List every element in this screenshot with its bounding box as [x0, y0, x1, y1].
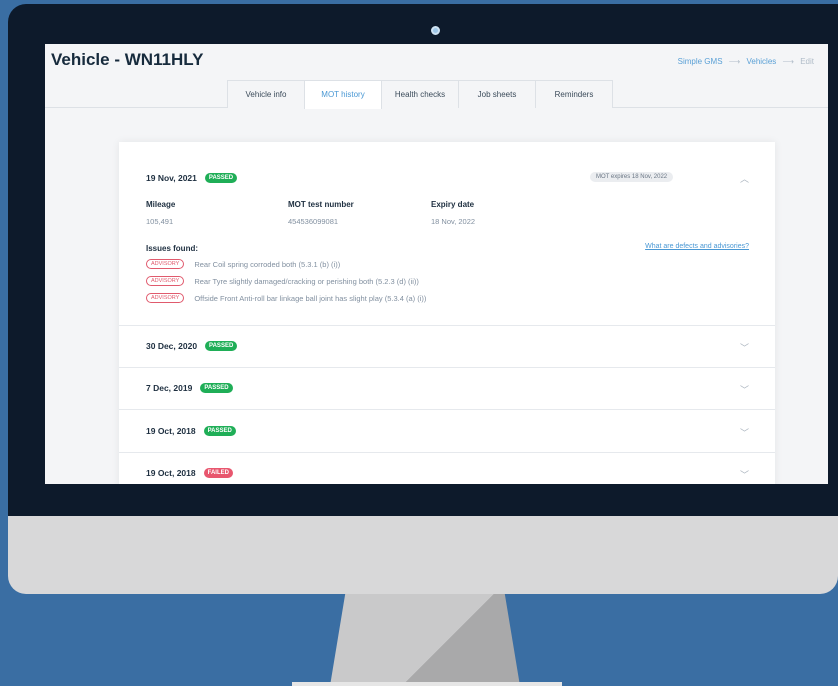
arrow-right-icon: ⟶ [728, 57, 741, 66]
status-badge: PASSED [205, 341, 238, 351]
status-badge: PASSED [204, 173, 238, 183]
breadcrumb: Simple GMS ⟶ Vehicles ⟶ Edit [678, 57, 814, 66]
row-divider [119, 325, 775, 326]
advisory-badge: ADVISORY [146, 259, 185, 269]
tab-health-checks[interactable]: Health checks [381, 80, 459, 108]
issue-item: ADVISORY Offside Front Anti-roll bar lin… [146, 293, 426, 303]
expiry-date-value: 18 Nov, 2022 [431, 217, 476, 226]
tab-mot-history[interactable]: MOT history [304, 80, 382, 109]
monitor-stand [330, 594, 520, 686]
mileage-label: Mileage [146, 200, 176, 209]
issue-item: ADVISORY Rear Coil spring corroded both … [146, 259, 340, 269]
tab-reminders[interactable]: Reminders [535, 80, 613, 108]
app-screen: Vehicle - WN11HLY Simple GMS ⟶ Vehicles … [45, 44, 828, 484]
row-divider [119, 367, 775, 368]
status-badge: PASSED [200, 383, 233, 393]
mileage-value: 105,491 [146, 217, 174, 226]
mot-date: 7 Dec, 2019 [146, 383, 193, 393]
tab-bar: Vehicle info MOT history Health checks J… [227, 80, 613, 109]
mot-entry-header: 19 Oct, 2018 PASSED [146, 426, 236, 436]
issue-text: Offside Front Anti-roll bar linkage ball… [194, 293, 427, 303]
mot-date: 19 Oct, 2018 [146, 468, 196, 478]
tab-job-sheets[interactable]: Job sheets [458, 80, 536, 108]
status-badge: PASSED [203, 426, 236, 436]
webcam-icon [431, 26, 440, 35]
monitor-chin [8, 516, 838, 594]
mot-history-card: 19 Nov, 2021 PASSED MOT expires 18 Nov, … [119, 142, 775, 484]
mot-entry-collapsed[interactable]: 19 Oct, 2018 FAILED ﹀ [119, 468, 775, 484]
expiry-date-label: Expiry date [431, 200, 475, 209]
mot-entry-header[interactable]: 19 Nov, 2021 PASSED [146, 173, 238, 183]
mot-date: 19 Nov, 2021 [146, 173, 197, 183]
advisory-badge: ADVISORY [146, 293, 185, 303]
mot-entry-collapsed[interactable]: 30 Dec, 2020 PASSED ﹀ [119, 341, 775, 361]
chevron-down-icon[interactable]: ﹀ [740, 468, 749, 481]
chevron-down-icon[interactable]: ﹀ [740, 383, 749, 396]
chevron-up-icon[interactable]: ︿ [740, 172, 749, 185]
mot-date: 19 Oct, 2018 [146, 426, 196, 436]
breadcrumb-vehicles-link[interactable]: Vehicles [746, 57, 776, 66]
mot-entry-header: 19 Oct, 2018 FAILED [146, 468, 233, 478]
mot-entry-expanded: 19 Nov, 2021 PASSED MOT expires 18 Nov, … [119, 142, 775, 325]
issue-item: ADVISORY Rear Tyre slightly damaged/crac… [146, 276, 419, 286]
chevron-down-icon[interactable]: ﹀ [740, 426, 749, 439]
status-badge: FAILED [203, 468, 233, 478]
mot-entry-collapsed[interactable]: 7 Dec, 2019 PASSED ﹀ [119, 383, 775, 403]
breadcrumb-current: Edit [800, 57, 814, 66]
expiry-pill: MOT expires 18 Nov, 2022 [590, 172, 674, 182]
defects-info-link[interactable]: What are defects and advisories? [645, 243, 749, 250]
breadcrumb-home-link[interactable]: Simple GMS [678, 57, 723, 66]
mot-entry-collapsed[interactable]: 19 Oct, 2018 PASSED ﹀ [119, 426, 775, 446]
issue-text: Rear Tyre slightly damaged/cracking or p… [194, 276, 419, 286]
row-divider [119, 452, 775, 453]
tab-vehicle-info[interactable]: Vehicle info [227, 80, 305, 108]
monitor-stand-base [292, 682, 562, 686]
test-number-label: MOT test number [288, 200, 354, 209]
test-number-value: 454536099081 [288, 217, 339, 226]
arrow-right-icon: ⟶ [782, 57, 794, 66]
mot-entry-header: 30 Dec, 2020 PASSED [146, 341, 238, 351]
row-divider [119, 409, 775, 410]
chevron-down-icon[interactable]: ﹀ [740, 341, 749, 354]
mot-date: 30 Dec, 2020 [146, 341, 198, 351]
advisory-badge: ADVISORY [146, 276, 185, 286]
issues-label: Issues found: [146, 244, 199, 253]
page-title: Vehicle - WN11HLY [51, 50, 204, 69]
mot-entry-header: 7 Dec, 2019 PASSED [146, 383, 233, 393]
issue-text: Rear Coil spring corroded both (5.3.1 (b… [194, 259, 341, 269]
